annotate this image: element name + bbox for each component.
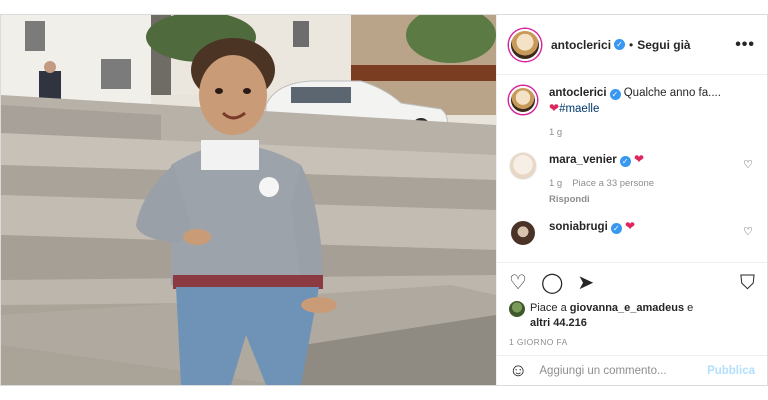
verified-badge-icon: ✓ (619, 156, 631, 167)
verified-badge-icon: ✓ (614, 39, 626, 50)
emoji-icon[interactable]: ☺ (509, 360, 527, 381)
comment-avatar[interactable] (509, 219, 537, 247)
comment-author[interactable]: mara_venier (549, 154, 617, 166)
post-timestamp[interactable]: 1 GIORNO FA (509, 337, 568, 347)
liker-avatar[interactable] (509, 301, 525, 317)
follow-status-button[interactable]: Segui già (637, 38, 690, 52)
comment-likes[interactable]: Piace a 33 persone (572, 178, 654, 189)
publish-button[interactable]: Pubblica (707, 365, 755, 377)
photo-child-running-on-steps (1, 15, 496, 385)
comments-list[interactable]: antoclerici ✓ Qualche anno fa.... ❤#maell… (497, 76, 767, 261)
caption: antoclerici ✓ Qualche anno fa.... ❤#maell… (509, 86, 755, 140)
likes-connector: e (687, 302, 694, 314)
follow-separator: • (629, 37, 634, 52)
bookmark-icon[interactable]: ⛉ (740, 273, 755, 293)
author-username[interactable]: antoclerici (551, 38, 611, 52)
comment-icon[interactable]: ◯ (541, 273, 563, 293)
heart-icon[interactable]: ♡ (509, 273, 527, 293)
caption-hashtag[interactable]: #maelle (559, 103, 599, 115)
instagram-post: antoclerici ✓ • Segui già ••• antocleric… (0, 14, 768, 386)
comment-like-heart-icon[interactable]: ♡ (743, 158, 753, 171)
comment-meta: 1 g Piace a 33 persone (549, 176, 755, 191)
comment-avatar[interactable] (509, 152, 537, 180)
caption-meta: 1 g (549, 125, 755, 140)
comment-item: soniabrugi ✓ ❤ ♡ (509, 219, 755, 247)
likes-others[interactable]: altri 44.216 (530, 317, 587, 329)
caption-time: 1 g (549, 127, 563, 138)
verified-badge-icon: ✓ (610, 223, 622, 234)
likes-prefix: Piace a (530, 302, 567, 314)
comment-author[interactable]: soniabrugi (549, 221, 608, 233)
comment-input[interactable] (539, 364, 708, 377)
red-heart-emoji-icon: ❤ (633, 152, 645, 166)
reply-button[interactable]: Rispondi (549, 192, 755, 207)
post-header: antoclerici ✓ • Segui già ••• (497, 15, 767, 75)
share-icon[interactable]: ➤ (577, 273, 594, 293)
author-avatar[interactable] (509, 28, 541, 61)
caption-author[interactable]: antoclerici (549, 87, 607, 99)
red-heart-emoji-icon: ❤ (624, 219, 636, 233)
comment-time: 1 g (549, 178, 563, 189)
verified-badge-icon: ✓ (609, 89, 621, 100)
likes-summary: Piace a giovanna_e_amadeus e altri 44.21… (509, 301, 755, 331)
red-heart-emoji-icon: ❤ (549, 101, 560, 115)
post-sidebar: antoclerici ✓ • Segui già ••• antocleric… (496, 15, 767, 385)
more-options-icon[interactable]: ••• (735, 36, 755, 54)
comment-item: mara_venier ✓ ❤ 1 g Piace a 33 persone Ris… (509, 152, 755, 207)
caption-text: Qualche anno fa.... (623, 87, 721, 99)
post-photo[interactable] (1, 15, 496, 385)
caption-avatar[interactable] (509, 86, 537, 114)
liker-username[interactable]: giovanna_e_amadeus (570, 302, 684, 314)
comment-like-heart-icon[interactable]: ♡ (743, 225, 753, 238)
add-comment-bar: ☺ Pubblica (497, 355, 767, 385)
action-bar: ♡ ◯ ➤ ⛉ (497, 262, 767, 302)
